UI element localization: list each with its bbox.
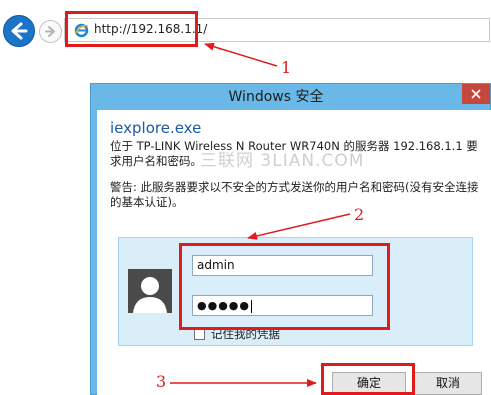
step-1-label: 1 <box>281 58 292 77</box>
step-2-label: 2 <box>354 205 365 224</box>
arrow-step-2 <box>247 213 351 240</box>
arrow-step-1 <box>204 42 278 67</box>
annotation-arrows <box>170 42 351 387</box>
step-3-label: 3 <box>156 372 167 391</box>
